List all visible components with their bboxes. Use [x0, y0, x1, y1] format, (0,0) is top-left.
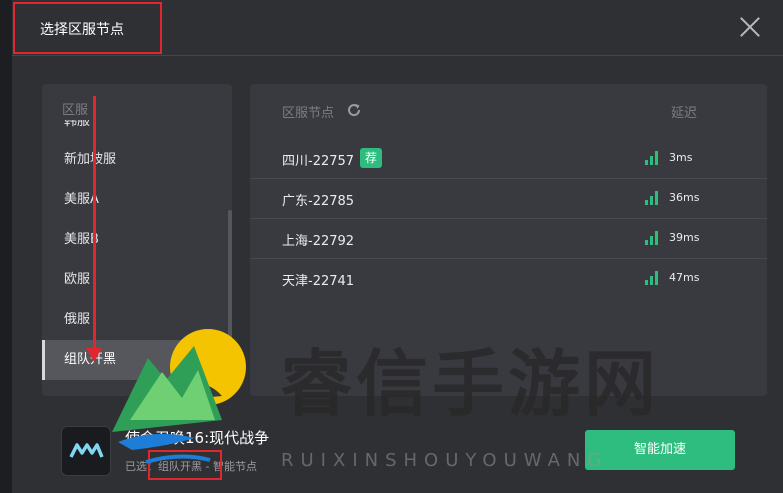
region-item-eu[interactable]: 欧服 [42, 260, 232, 300]
region-item-sg[interactable]: 新加坡服 [42, 140, 232, 180]
region-item-ru[interactable]: 俄服 [42, 300, 232, 340]
latency-value: 3ms [669, 151, 693, 164]
node-name: 上海-22792 [282, 234, 355, 249]
red-arrow-head [86, 348, 102, 362]
latency-value: 36ms [669, 191, 700, 204]
dialog-title-bar: 选择区服节点 [12, 0, 783, 56]
node-row[interactable]: 广东-22785 36ms [250, 178, 767, 219]
region-panel: 区服 韩服 新加坡服 美服A 美服B 欧服 俄服 组队开黑 [42, 84, 232, 396]
watermark-subtext: RUIXINSHOUYOUWANG [281, 450, 609, 471]
region-item-kr[interactable]: 韩服 [42, 120, 232, 140]
recommended-badge: 荐 [360, 148, 382, 168]
status-highlight-box [148, 450, 222, 480]
latency-header: 延迟 [670, 106, 697, 121]
node-name: 天津-22741 [282, 274, 355, 289]
refresh-icon[interactable] [346, 102, 362, 118]
region-header: 区服 [62, 103, 89, 118]
node-header: 区服节点 延迟 [250, 84, 767, 138]
node-row[interactable]: 天津-22741 47ms [250, 258, 767, 298]
close-icon[interactable] [739, 16, 761, 38]
node-row[interactable]: 上海-22792 39ms [250, 218, 767, 259]
mw-logo-icon [61, 426, 111, 476]
signal-icon [645, 191, 661, 205]
latency-value: 39ms [669, 231, 700, 244]
node-name: 广东-22785 [282, 194, 355, 209]
signal-icon [645, 271, 661, 285]
region-item-team[interactable]: 组队开黑 [42, 340, 232, 380]
background-app-strip [0, 0, 12, 493]
node-header-label: 区服节点 [282, 106, 335, 121]
region-item-us-a[interactable]: 美服A [42, 180, 232, 220]
watermark-text: 睿信手游网 [280, 341, 661, 426]
region-list: 韩服 新加坡服 美服A 美服B 欧服 俄服 组队开黑 [42, 120, 232, 380]
region-scrollbar[interactable] [228, 210, 232, 360]
signal-icon [645, 231, 661, 245]
signal-icon [645, 151, 661, 165]
latency-value: 47ms [669, 271, 700, 284]
title-highlight-box [13, 2, 162, 54]
node-row[interactable]: 四川-22757 荐 3ms [250, 138, 767, 179]
node-name: 四川-22757 [282, 154, 355, 169]
red-arrow-annotation [93, 96, 96, 354]
region-item-us-b[interactable]: 美服B [42, 220, 232, 260]
game-name: 使命召唤16:现代战争 [125, 429, 270, 447]
